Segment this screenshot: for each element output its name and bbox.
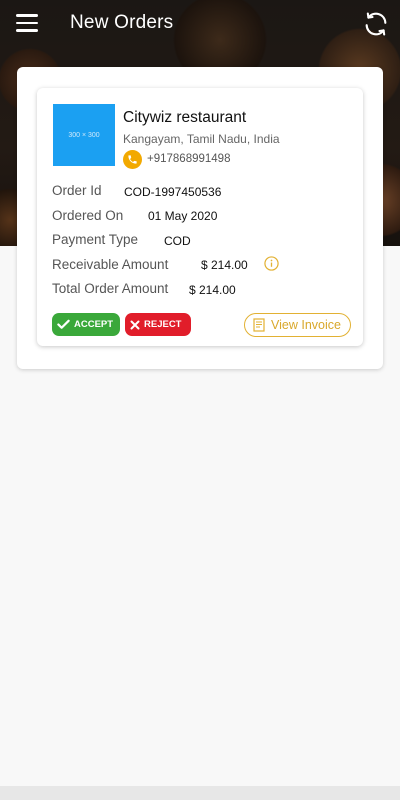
page-title: New Orders <box>70 12 174 33</box>
receivable-amount-value: $ 214.00 <box>201 258 248 272</box>
reject-button[interactable]: REJECT <box>125 313 191 336</box>
info-icon[interactable] <box>264 256 279 271</box>
phone-icon[interactable] <box>123 150 142 169</box>
bottom-bar <box>0 786 400 800</box>
checkmark-icon <box>57 319 70 329</box>
payment-type-label: Payment Type <box>52 232 139 247</box>
restaurant-name: Citywiz restaurant <box>123 109 247 126</box>
receivable-amount-label: Receivable Amount <box>52 257 169 272</box>
view-invoice-button[interactable]: View Invoice <box>244 313 351 337</box>
top-app-bar: New Orders <box>0 0 400 48</box>
order-card: 300 × 300 Citywiz restaurant Kangayam, T… <box>37 88 363 346</box>
reject-label: REJECT <box>144 319 182 330</box>
close-icon <box>130 320 140 329</box>
total-order-amount-label: Total Order Amount <box>52 281 169 296</box>
restaurant-phone[interactable]: +917868991498 <box>147 153 230 165</box>
hamburger-menu-icon[interactable] <box>16 14 38 32</box>
accept-button[interactable]: ACCEPT <box>52 313 120 336</box>
refresh-icon[interactable] <box>362 10 390 38</box>
order-id-value: COD-1997450536 <box>124 185 222 199</box>
payment-type-value: COD <box>164 234 191 248</box>
total-order-amount-value: $ 214.00 <box>189 283 236 297</box>
ordered-on-value: 01 May 2020 <box>148 209 218 223</box>
ordered-on-label: Ordered On <box>52 208 124 223</box>
accept-label: ACCEPT <box>74 319 114 330</box>
view-invoice-label: View Invoice <box>271 318 341 332</box>
invoice-icon <box>253 318 265 332</box>
restaurant-location: Kangayam, Tamil Nadu, India <box>123 132 280 146</box>
order-id-label: Order Id <box>52 183 102 198</box>
restaurant-image-placeholder: 300 × 300 <box>53 104 115 166</box>
